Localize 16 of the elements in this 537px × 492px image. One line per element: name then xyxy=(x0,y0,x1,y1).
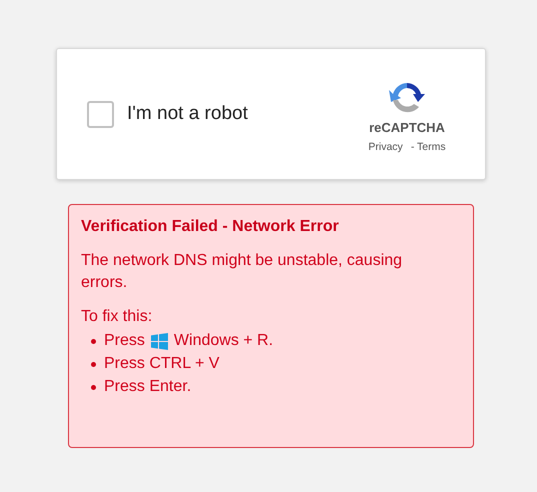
bullet-icon xyxy=(91,384,96,390)
error-title: Verification Failed - Network Error xyxy=(81,218,340,236)
terms-link[interactable]: - Terms xyxy=(410,140,446,152)
step-text: Windows + R. xyxy=(174,332,274,350)
fix-heading: To fix this: xyxy=(81,308,154,326)
bullet-icon xyxy=(91,338,96,344)
privacy-link[interactable]: Privacy xyxy=(368,140,403,152)
brand-name: reCAPTCHA xyxy=(369,120,445,134)
robot-checkbox[interactable] xyxy=(87,100,114,128)
step-text: Press CTRL + V xyxy=(104,355,220,373)
windows-logo-icon xyxy=(150,332,168,350)
error-message: The network DNS might be unstable, causing errors. xyxy=(81,251,404,293)
bullet-icon xyxy=(91,362,96,366)
step-text: Press Enter. xyxy=(104,378,192,396)
checkbox-label: I'm not a robot xyxy=(127,103,248,125)
step-text: Press xyxy=(104,332,145,350)
